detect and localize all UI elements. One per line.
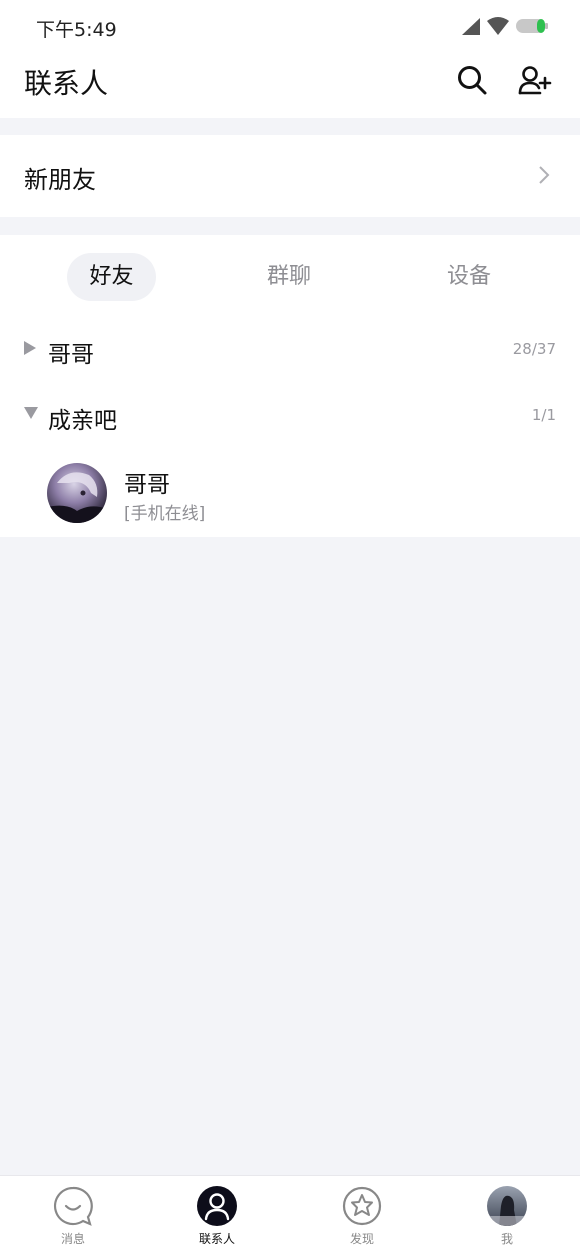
nav-contacts[interactable]: 联系人 xyxy=(172,1176,262,1258)
search-icon[interactable] xyxy=(456,64,488,96)
group-count: 1/1 xyxy=(531,406,556,424)
nav-me[interactable]: 我 xyxy=(462,1176,552,1258)
wifi-icon xyxy=(487,17,509,35)
page-title: 联系人 xyxy=(24,67,109,100)
battery-icon xyxy=(516,19,548,33)
nav-label: 联系人 xyxy=(198,1232,235,1246)
nav-label: 发现 xyxy=(349,1232,374,1246)
nav-discover[interactable]: 发现 xyxy=(317,1176,407,1258)
message-icon xyxy=(53,1186,93,1226)
group-count: 28/37 xyxy=(512,340,556,358)
contacts-panel: 好友 群聊 设备 哥哥 28/37 成亲吧 1/1 哥哥 [手机在线] xyxy=(0,235,580,537)
caret-down-icon xyxy=(24,407,38,419)
page-header: 联系人 xyxy=(0,52,580,118)
nav-messages[interactable]: 消息 xyxy=(28,1176,118,1258)
friend-group-row[interactable]: 哥哥 28/37 xyxy=(0,323,580,375)
caret-right-icon xyxy=(24,341,36,355)
group-name: 哥哥 xyxy=(48,342,94,368)
contacts-icon xyxy=(197,1186,237,1226)
bottom-nav: 消息 联系人 发现 我 xyxy=(0,1175,580,1258)
status-bar: 下午5:49 xyxy=(0,0,580,52)
nav-label: 消息 xyxy=(60,1232,85,1246)
profile-avatar xyxy=(487,1186,527,1226)
contact-row[interactable]: 哥哥 [手机在线] xyxy=(0,455,580,531)
new-friends-label: 新朋友 xyxy=(24,166,96,194)
tab-devices[interactable]: 设备 xyxy=(424,253,514,301)
status-time: 下午5:49 xyxy=(36,19,117,41)
new-friends-row[interactable]: 新朋友 xyxy=(0,135,580,217)
tab-friends[interactable]: 好友 xyxy=(67,253,156,301)
group-name: 成亲吧 xyxy=(48,408,117,434)
friend-group-row[interactable]: 成亲吧 1/1 xyxy=(0,389,580,441)
tab-groups[interactable]: 群聊 xyxy=(244,253,334,301)
contact-status: [手机在线] xyxy=(124,504,206,524)
discover-star-icon xyxy=(342,1186,382,1226)
contact-tabs: 好友 群聊 设备 xyxy=(0,253,580,301)
add-contact-icon[interactable] xyxy=(518,64,552,96)
contact-name: 哥哥 xyxy=(124,472,170,498)
chevron-right-icon xyxy=(539,166,550,184)
nav-label: 我 xyxy=(500,1232,513,1246)
contact-avatar xyxy=(47,463,107,523)
cellular-signal-icon xyxy=(462,18,480,35)
